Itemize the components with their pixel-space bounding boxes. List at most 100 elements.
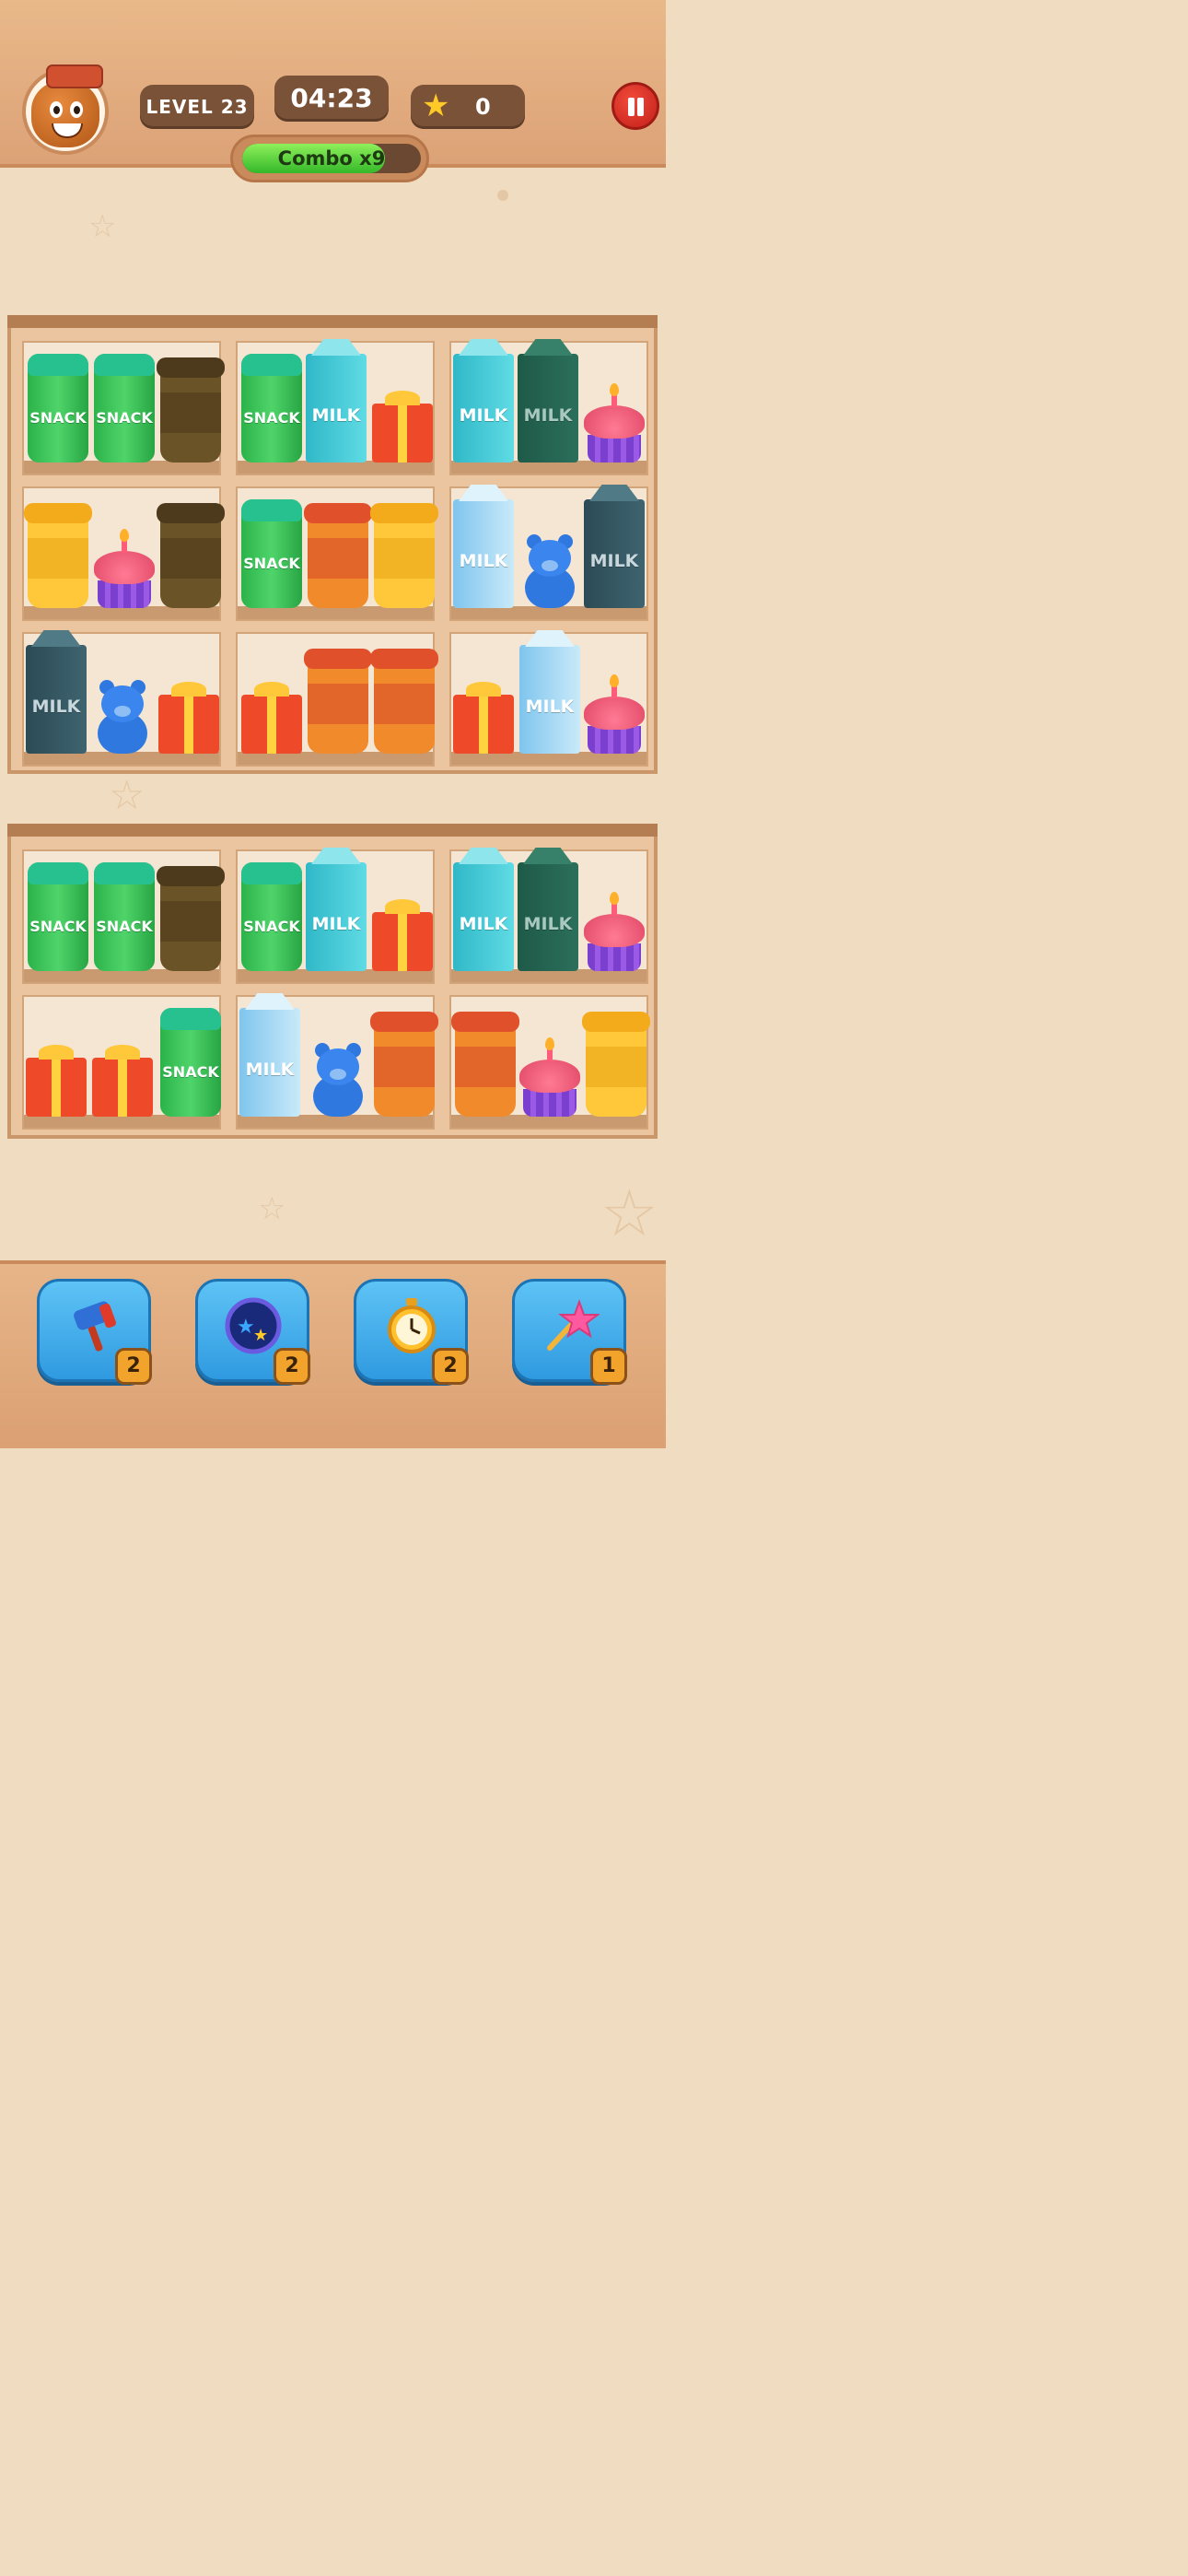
- orange-coffee-cup-item[interactable]: [370, 1012, 438, 1117]
- dark-milk-carton-item[interactable]: MILK: [26, 645, 87, 754]
- gift-box-item[interactable]: [372, 899, 433, 971]
- item-label: MILK: [459, 405, 508, 426]
- shelf-slot[interactable]: SNACK: [236, 486, 438, 621]
- item-label: SNACK: [162, 1063, 219, 1081]
- shuffle-powerup-button[interactable]: ★ ★ 2: [195, 1279, 310, 1385]
- yellow-coffee-cup-item[interactable]: [582, 1012, 650, 1117]
- svg-text:★: ★: [253, 1326, 268, 1345]
- snack-can-item[interactable]: SNACK: [241, 862, 302, 971]
- snack-can-item[interactable]: SNACK: [160, 1008, 221, 1117]
- dark-milk-carton-item[interactable]: MILK: [518, 862, 578, 971]
- cupcake-item[interactable]: [94, 529, 155, 608]
- timer-powerup-button[interactable]: 2: [354, 1279, 469, 1385]
- combo-label: Combo x9: [277, 147, 386, 170]
- orange-coffee-cup-item[interactable]: [304, 649, 372, 754]
- orange-coffee-cup-item[interactable]: [370, 649, 438, 754]
- dark-milk-carton-item[interactable]: MILK: [584, 499, 645, 608]
- teal-milk-carton-item[interactable]: MILK: [453, 862, 514, 971]
- item-label: SNACK: [243, 409, 300, 427]
- item-label: MILK: [459, 551, 508, 571]
- orange-coffee-cup-item[interactable]: [451, 1012, 519, 1117]
- background-star-icon: ☆: [600, 1176, 658, 1251]
- brown-coffee-cup-item[interactable]: [157, 357, 225, 463]
- snack-can-item[interactable]: SNACK: [241, 354, 302, 463]
- cupcake-item[interactable]: [584, 892, 645, 971]
- item-label: MILK: [311, 914, 361, 934]
- teal-milk-carton-item[interactable]: MILK: [453, 354, 514, 463]
- shelf-cabinet-lower: SNACK SNACK SNACK MILK MILK MILK SNACK M…: [7, 824, 658, 1139]
- player-avatar[interactable]: [22, 64, 109, 155]
- pause-button[interactable]: [611, 82, 659, 130]
- stopwatch-icon: [382, 1296, 441, 1355]
- teal-milk-carton-item[interactable]: MILK: [306, 354, 367, 463]
- hammer-powerup-button[interactable]: 2: [37, 1279, 152, 1385]
- dark-milk-carton-item[interactable]: MILK: [518, 354, 578, 463]
- shelf-slot[interactable]: MILK: [22, 632, 221, 767]
- gift-box-item[interactable]: [26, 1045, 87, 1117]
- snack-can-item[interactable]: SNACK: [28, 354, 88, 463]
- cupcake-item[interactable]: [584, 383, 645, 463]
- gift-box-item[interactable]: [158, 682, 219, 754]
- shelf-slot[interactable]: MILK MILK: [449, 849, 648, 984]
- background-dot: [497, 190, 508, 201]
- avatar-face-icon: [31, 64, 103, 147]
- shelf-slot[interactable]: [22, 486, 225, 621]
- item-label: SNACK: [243, 918, 300, 935]
- yellow-coffee-cup-item[interactable]: [370, 503, 438, 608]
- shelf-floor: [24, 752, 219, 765]
- light-milk-carton-item[interactable]: MILK: [239, 1008, 300, 1117]
- background-star-icon: ☆: [109, 772, 146, 819]
- shelf-floor: [238, 1115, 433, 1128]
- shelf-slot[interactable]: [449, 995, 650, 1130]
- powerup-count: 2: [115, 1348, 152, 1385]
- shelf-slot[interactable]: SNACK MILK: [236, 341, 435, 475]
- brown-coffee-cup-item[interactable]: [157, 866, 225, 971]
- snack-can-item[interactable]: SNACK: [241, 499, 302, 608]
- yellow-coffee-cup-item[interactable]: [24, 503, 92, 608]
- shelf-floor: [451, 606, 646, 619]
- teddy-bear-item[interactable]: [308, 1043, 368, 1117]
- shelf-floor: [451, 461, 646, 474]
- cabinet-top: [7, 824, 658, 837]
- item-label: SNACK: [29, 918, 87, 935]
- light-milk-carton-item[interactable]: MILK: [453, 499, 514, 608]
- magic-wand-icon: [541, 1296, 600, 1355]
- shelf-floor: [451, 1115, 646, 1128]
- gift-box-item[interactable]: [372, 391, 433, 463]
- snack-can-item[interactable]: SNACK: [28, 862, 88, 971]
- gift-box-item[interactable]: [241, 682, 302, 754]
- shelf-slot[interactable]: SNACK SNACK: [22, 341, 225, 475]
- snack-can-item[interactable]: SNACK: [94, 354, 155, 463]
- light-milk-carton-item[interactable]: MILK: [519, 645, 580, 754]
- shelf-slot[interactable]: [236, 632, 438, 767]
- shelf-slot[interactable]: MILK MILK: [449, 341, 648, 475]
- shelf-slot[interactable]: SNACK: [22, 995, 221, 1130]
- shelf-floor: [238, 606, 433, 619]
- gift-box-item[interactable]: [92, 1045, 153, 1117]
- item-label: SNACK: [243, 555, 300, 572]
- star-orb-icon: ★ ★: [224, 1296, 283, 1355]
- teddy-bear-item[interactable]: [519, 534, 580, 608]
- cupcake-item[interactable]: [519, 1037, 580, 1117]
- shelf-floor: [238, 752, 433, 765]
- snack-can-item[interactable]: SNACK: [94, 862, 155, 971]
- shelf-slot[interactable]: MILK: [449, 632, 648, 767]
- shelf-floor: [24, 461, 219, 474]
- avatar-eye-left: [50, 101, 63, 118]
- shelf-cabinet-upper: SNACK SNACK SNACK MILK MILK MILK SNACK M…: [7, 315, 658, 774]
- brown-coffee-cup-item[interactable]: [157, 503, 225, 608]
- shelf-slot[interactable]: SNACK SNACK: [22, 849, 225, 984]
- shelf-slot[interactable]: MILK MILK: [449, 486, 648, 621]
- gift-box-item[interactable]: [453, 682, 514, 754]
- shelf-slot[interactable]: SNACK MILK: [236, 849, 435, 984]
- orange-coffee-cup-item[interactable]: [304, 503, 372, 608]
- teddy-bear-item[interactable]: [92, 680, 153, 754]
- item-label: MILK: [589, 551, 639, 571]
- level-indicator: LEVEL 23: [140, 85, 254, 129]
- magic-wand-powerup-button[interactable]: 1: [512, 1279, 627, 1385]
- teal-milk-carton-item[interactable]: MILK: [306, 862, 367, 971]
- cupcake-item[interactable]: [584, 674, 645, 754]
- star-score-value: 0: [475, 94, 491, 120]
- item-label: SNACK: [96, 409, 153, 427]
- shelf-slot[interactable]: MILK: [236, 995, 438, 1130]
